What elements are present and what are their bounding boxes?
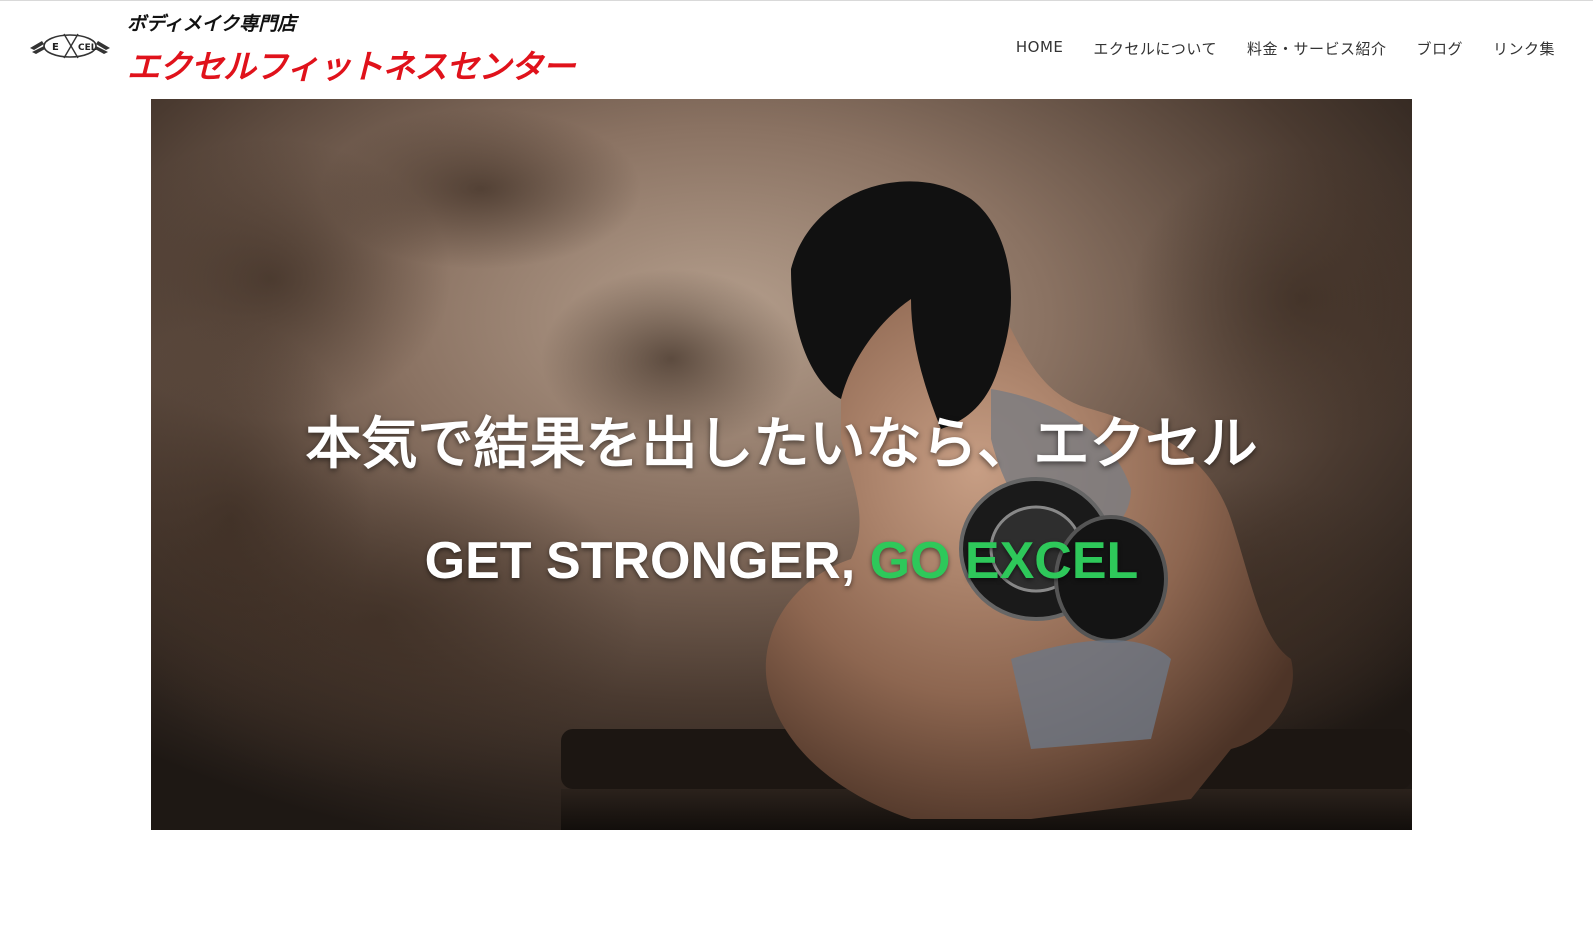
hero-subline: GET STRONGER, GO EXCEL — [151, 531, 1412, 591]
shop-tagline: ボディメイク専門店 — [127, 13, 297, 35]
nav-links[interactable]: リンク集 — [1493, 38, 1555, 59]
subline-accent-text: GO EXCEL — [869, 532, 1139, 590]
hero-banner: 本気で結果を出したいなら、エクセル GET STRONGER, GO EXCEL — [151, 99, 1412, 830]
excel-logo-icon[interactable]: E CEL — [28, 28, 112, 62]
hero-headline: 本気で結果を出したいなら、エクセル — [305, 412, 1258, 477]
nav-blog[interactable]: ブログ — [1416, 38, 1463, 59]
site-header: E CEL ボディメイク専門店 エクセルフィットネスセンター HOME エクセル… — [0, 0, 1593, 95]
subline-white-text: GET STRONGER, — [424, 532, 870, 590]
svg-text:E: E — [52, 42, 59, 53]
nav-about[interactable]: エクセルについて — [1093, 38, 1217, 59]
svg-text:CEL: CEL — [78, 43, 97, 53]
main-nav: HOME エクセルについて 料金・サービス紹介 ブログ リンク集 — [1016, 38, 1555, 59]
brand-name[interactable]: エクセルフィットネスセンター — [127, 40, 575, 88]
nav-pricing[interactable]: 料金・サービス紹介 — [1247, 38, 1387, 59]
nav-home[interactable]: HOME — [1016, 38, 1064, 59]
